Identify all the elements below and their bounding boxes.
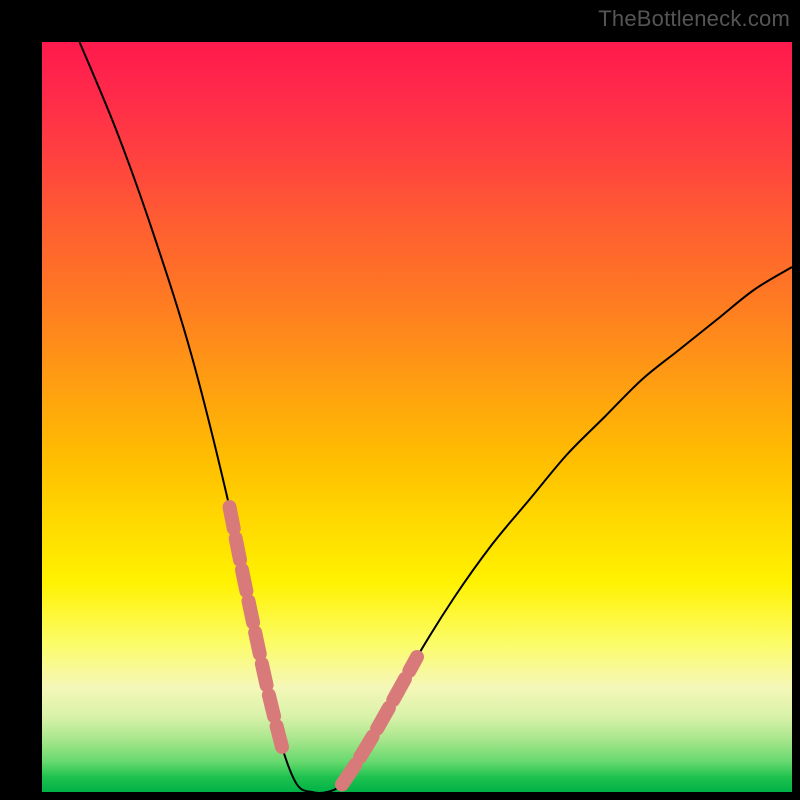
plot-area [42,42,792,792]
curve-layer [42,42,792,792]
bottleneck-curve [80,42,793,793]
watermark-text: TheBottleneck.com [598,6,790,32]
chart-frame: TheBottleneck.com [0,0,800,800]
highlight-left [230,507,283,747]
highlight-right [342,657,417,785]
